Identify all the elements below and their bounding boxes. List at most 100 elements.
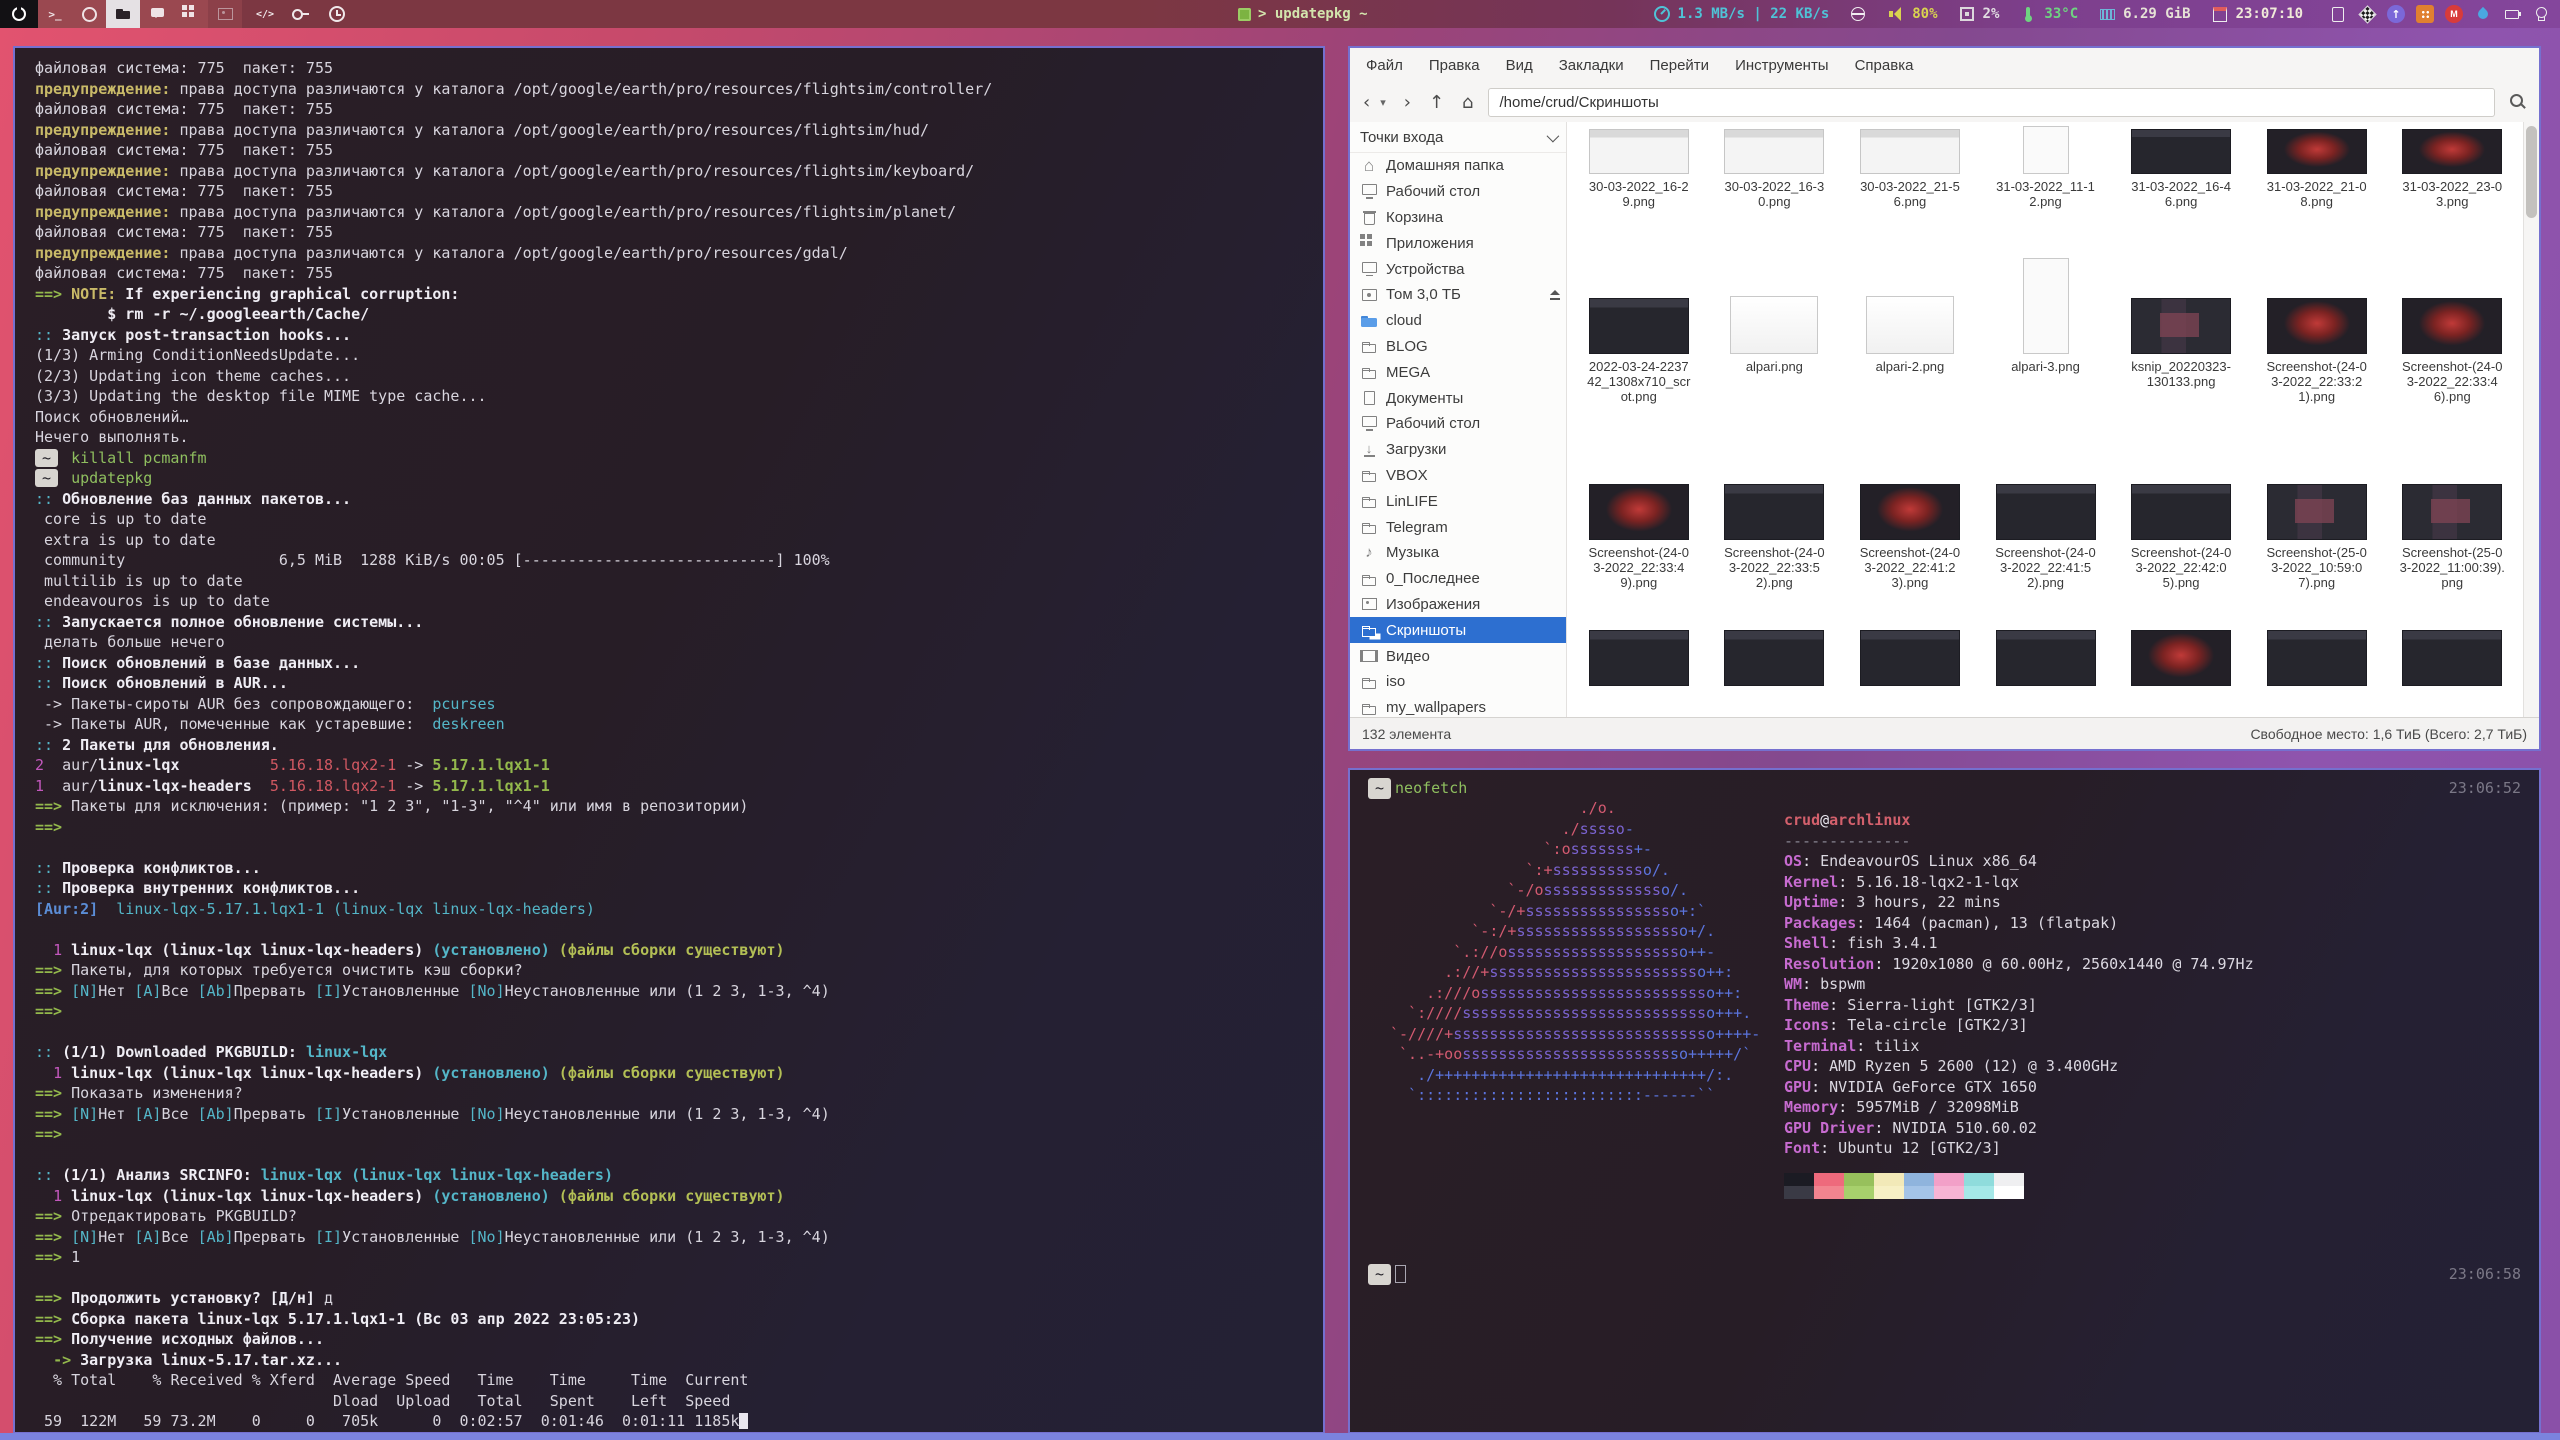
tray-purple-arrow-icon[interactable] xyxy=(2387,5,2405,23)
sidebar-item-my_wallpapers[interactable]: my_wallpapers xyxy=(1350,695,1566,717)
module-cpu[interactable]: 2% xyxy=(1958,5,2000,23)
forward-button[interactable]: › xyxy=(1401,92,1414,113)
sidebar-item-label: Telegram xyxy=(1386,519,1448,536)
sidebar-item-Telegram[interactable]: Telegram xyxy=(1350,514,1566,540)
module-memory[interactable]: 6.29 GiB xyxy=(2098,5,2190,23)
file-name: 30-03-2022_16-30.png xyxy=(1721,179,1827,209)
sidebar-item-BLOG[interactable]: BLOG xyxy=(1350,334,1566,360)
sidebar-item-Документы[interactable]: Документы xyxy=(1350,385,1566,411)
workspace-windows[interactable] xyxy=(174,0,208,28)
up-button[interactable]: ↑ xyxy=(1426,92,1447,113)
neofetch-terminal-window[interactable]: ~ neofetch 23:06:52 ./o. ./sssso- `:osss… xyxy=(1348,768,2541,1434)
menu-Справка[interactable]: Справка xyxy=(1855,57,1914,74)
tray-red-m-icon[interactable] xyxy=(2445,5,2463,23)
file-item[interactable] xyxy=(1707,630,1843,717)
tray-orange-grid-icon[interactable] xyxy=(2416,5,2434,23)
file-item[interactable]: alpari.png xyxy=(1707,240,1843,404)
menu-Правка[interactable]: Правка xyxy=(1429,57,1480,74)
fm-scrollbar-thumb[interactable] xyxy=(2526,126,2537,218)
workspace-chat[interactable] xyxy=(140,0,174,28)
key-icon[interactable] xyxy=(292,5,310,23)
sidebar-item-Видео[interactable]: Видео xyxy=(1350,643,1566,669)
sidebar-item-Изображения[interactable]: Изображения xyxy=(1350,592,1566,618)
workspace-image[interactable] xyxy=(208,0,242,28)
file-manager-window[interactable]: Файл Правка Вид Закладки Перейти Инструменты С… xyxy=(1348,46,2541,751)
module-volume[interactable]: 80% xyxy=(1887,5,1937,23)
path-input[interactable]: /home/crud/Скриншоты xyxy=(1488,88,2495,117)
file-item[interactable]: Screenshot-(24-03-2022_22:33:21).png xyxy=(2249,240,2385,404)
workspace-browser[interactable] xyxy=(72,0,106,28)
sidebar-item-Домашняя папка[interactable]: Домашняя папка xyxy=(1350,153,1566,179)
places-combo[interactable]: Точки входа xyxy=(1350,122,1566,153)
file-item[interactable]: ksnip_20220323-130133.png xyxy=(2113,240,2249,404)
fm-scrollbar[interactable] xyxy=(2523,122,2539,717)
file-item[interactable]: Screenshot-(24-03-2022_22:42:05).png xyxy=(2113,420,2249,590)
file-item[interactable]: 30-03-2022_16-30.png xyxy=(1707,122,1843,209)
sidebar-item-Том 3,0 ТБ[interactable]: Том 3,0 ТБ xyxy=(1350,282,1566,308)
workspace-terminal[interactable] xyxy=(38,0,72,28)
file-item[interactable]: Screenshot-(25-03-2022_10:59:07).png xyxy=(2249,420,2385,590)
search-icon[interactable] xyxy=(2507,91,2529,113)
sidebar-item-cloud[interactable]: cloud xyxy=(1350,308,1566,334)
file-item[interactable] xyxy=(1571,630,1707,717)
sidebar-item-Приложения[interactable]: Приложения xyxy=(1350,230,1566,256)
tray-white-case-icon[interactable] xyxy=(2329,5,2347,23)
tray-bulb-icon[interactable] xyxy=(2532,5,2550,23)
terminal-line: ./o. xyxy=(1390,800,1760,821)
menu-Файл[interactable]: Файл xyxy=(1366,57,1403,74)
terminal-window[interactable]: файловая система: 775 пакет: 755предупре… xyxy=(13,46,1325,1434)
file-item[interactable]: Screenshot-(25-03-2022_11:00:39).png xyxy=(2384,420,2520,590)
file-item[interactable]: alpari-3.png xyxy=(1978,240,2114,404)
clock-icon[interactable] xyxy=(328,5,346,23)
menu-Закладки[interactable]: Закладки xyxy=(1559,57,1624,74)
file-item[interactable]: 31-03-2022_16-46.png xyxy=(2113,122,2249,209)
file-item[interactable] xyxy=(1842,630,1978,717)
file-item[interactable]: Screenshot-(24-03-2022_22:41:23).png xyxy=(1842,420,1978,590)
eject-icon[interactable] xyxy=(1548,289,1562,301)
module-temp[interactable]: 33°C xyxy=(2019,5,2078,23)
back-button[interactable]: ‹ xyxy=(1360,92,1373,113)
sidebar-item-LinLIFE[interactable]: LinLIFE xyxy=(1350,488,1566,514)
file-item[interactable]: Screenshot-(24-03-2022_22:33:49).png xyxy=(1571,420,1707,590)
home-button[interactable]: ⌂ xyxy=(1459,92,1476,113)
sidebar-item-MEGA[interactable]: MEGA xyxy=(1350,359,1566,385)
terminal-line: ==> [N]Нет [A]Все [Ab]Прервать [I]Устано… xyxy=(35,1227,1323,1248)
module-vpn[interactable] xyxy=(1849,5,1867,23)
tray-checkered-diamond-icon[interactable] xyxy=(2358,5,2376,23)
file-item[interactable]: 2022-03-24-223742_1308x710_scrot.png xyxy=(1571,240,1707,404)
sidebar-item-Музыка[interactable]: Музыка xyxy=(1350,540,1566,566)
menu-Перейти[interactable]: Перейти xyxy=(1650,57,1709,74)
file-item[interactable] xyxy=(1978,630,2114,717)
sidebar-item-Рабочий стол[interactable]: Рабочий стол xyxy=(1350,411,1566,437)
sidebar-item-Загрузки[interactable]: Загрузки xyxy=(1350,437,1566,463)
file-item[interactable]: Screenshot-(24-03-2022_22:33:52).png xyxy=(1707,420,1843,590)
file-item[interactable] xyxy=(2113,630,2249,717)
file-item[interactable] xyxy=(2384,630,2520,717)
file-item[interactable]: 31-03-2022_21-08.png xyxy=(2249,122,2385,209)
sidebar-item-Устройства[interactable]: Устройства xyxy=(1350,256,1566,282)
file-item[interactable]: 31-03-2022_11-12.png xyxy=(1978,122,2114,209)
file-item[interactable]: alpari-2.png xyxy=(1842,240,1978,404)
file-item[interactable]: 30-03-2022_21-56.png xyxy=(1842,122,1978,209)
menu-Инструменты[interactable]: Инструменты xyxy=(1735,57,1829,74)
tray-blue-drop-icon[interactable] xyxy=(2474,5,2492,23)
menu-Вид[interactable]: Вид xyxy=(1506,57,1533,74)
file-item[interactable]: Screenshot-(24-03-2022_22:41:52).png xyxy=(1978,420,2114,590)
sidebar-item-Корзина[interactable]: Корзина xyxy=(1350,205,1566,231)
file-item[interactable]: 31-03-2022_23-03.png xyxy=(2384,122,2520,209)
sidebar-item-0_Последнее[interactable]: 0_Последнее xyxy=(1350,566,1566,592)
sidebar-item-Скриншоты[interactable]: Скриншоты xyxy=(1350,617,1566,643)
workspace-files[interactable] xyxy=(106,0,140,28)
sidebar-item-VBOX[interactable]: VBOX xyxy=(1350,463,1566,489)
code-icon[interactable] xyxy=(256,5,274,23)
file-item[interactable]: 30-03-2022_16-29.png xyxy=(1571,122,1707,209)
power-button[interactable] xyxy=(0,0,38,28)
sidebar-item-iso[interactable]: iso xyxy=(1350,669,1566,695)
module-net[interactable]: 1.3 MB/s | 22 KB/s xyxy=(1653,5,1830,23)
sidebar-item-Рабочий стол[interactable]: Рабочий стол xyxy=(1350,179,1566,205)
tray-battery-icon[interactable] xyxy=(2503,5,2521,23)
history-chevron-icon[interactable]: ▾ xyxy=(1377,96,1389,109)
file-item[interactable]: Screenshot-(24-03-2022_22:33:46).png xyxy=(2384,240,2520,404)
module-clock[interactable]: 23:07:10 xyxy=(2211,5,2303,23)
file-item[interactable] xyxy=(2249,630,2385,717)
